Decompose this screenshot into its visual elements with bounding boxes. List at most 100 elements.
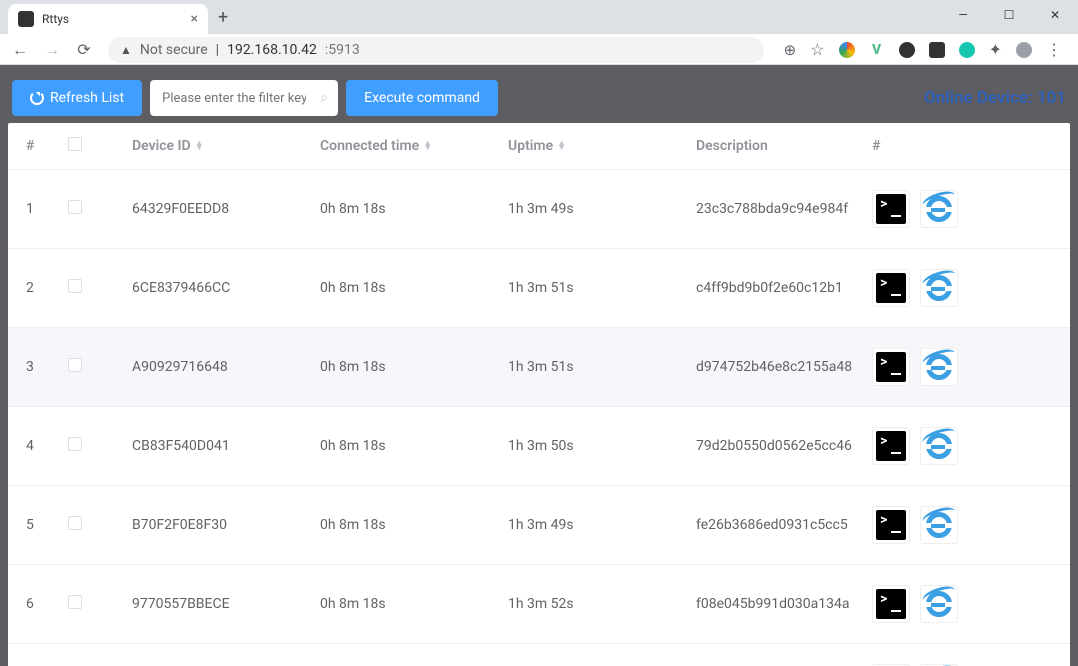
browser-menu-icon[interactable]: ⋮ xyxy=(1046,40,1062,59)
row-checkbox[interactable] xyxy=(68,595,82,609)
browser-button[interactable] xyxy=(920,506,958,544)
cell-num: 5 xyxy=(8,486,58,565)
row-checkbox[interactable] xyxy=(68,437,82,451)
cell-actions xyxy=(862,170,1070,249)
cell-num: 2 xyxy=(8,249,58,328)
col-header-uptime[interactable]: Uptime▲▼ xyxy=(498,123,686,170)
extensions-puzzle-icon[interactable]: ✦ xyxy=(989,40,1002,59)
col-header-connected[interactable]: Connected time▲▼ xyxy=(310,123,498,170)
terminal-button[interactable] xyxy=(872,190,910,228)
table-row: 5 B70F2F0E8F30 0h 8m 18s 1h 3m 49s fe26b… xyxy=(8,486,1070,565)
maximize-button[interactable]: ☐ xyxy=(986,0,1032,30)
url-separator: | xyxy=(216,42,219,58)
cell-checkbox xyxy=(58,486,122,565)
cell-description: 79d2b0550d0562e5cc46 xyxy=(686,407,862,486)
cell-connected: 0h 8m 18s xyxy=(310,170,498,249)
cell-actions xyxy=(862,249,1070,328)
forward-button[interactable]: → xyxy=(38,36,66,64)
cell-connected: 0h 8m 18s xyxy=(310,328,498,407)
col-header-checkbox xyxy=(58,123,122,170)
refresh-list-button[interactable]: Refresh List xyxy=(12,80,142,116)
new-tab-button[interactable]: + xyxy=(218,7,228,34)
cell-actions xyxy=(862,328,1070,407)
terminal-icon xyxy=(876,589,906,619)
terminal-button[interactable] xyxy=(872,585,910,623)
ie-icon xyxy=(924,194,954,224)
page-toolbar: Refresh List ⌕ Execute command Online De… xyxy=(8,73,1070,123)
extension-icons: ⊕ ☆ V ✦ ⋮ xyxy=(774,40,1072,59)
extension-icon-3[interactable] xyxy=(899,42,915,58)
cell-num: 4 xyxy=(8,407,58,486)
browser-button[interactable] xyxy=(920,269,958,307)
profile-avatar[interactable] xyxy=(1016,42,1032,58)
cell-description: d974752b46e8c2155a48 xyxy=(686,328,862,407)
row-checkbox[interactable] xyxy=(68,279,82,293)
terminal-button[interactable] xyxy=(872,348,910,386)
cell-uptime: 1h 3m 50s xyxy=(498,407,686,486)
select-all-checkbox[interactable] xyxy=(68,137,82,151)
cell-device-id: 6CE8379466CC xyxy=(122,249,310,328)
cell-device-id: 9770557BBECE xyxy=(122,565,310,644)
col-header-device-id[interactable]: Device ID▲▼ xyxy=(122,123,310,170)
refresh-label: Refresh List xyxy=(50,90,124,106)
page-content: Refresh List ⌕ Execute command Online De… xyxy=(0,65,1078,666)
close-tab-icon[interactable]: × xyxy=(191,11,198,27)
extension-icon-1[interactable] xyxy=(839,42,855,58)
cell-num: 3 xyxy=(8,328,58,407)
refresh-icon xyxy=(30,91,44,105)
browser-button[interactable] xyxy=(920,348,958,386)
cell-description: f08e045b991d030a134a xyxy=(686,565,862,644)
back-button[interactable]: ← xyxy=(6,36,34,64)
search-icon: ⌕ xyxy=(320,90,328,106)
table-row: 4 CB83F540D041 0h 8m 18s 1h 3m 50s 79d2b… xyxy=(8,407,1070,486)
ie-icon xyxy=(924,510,954,540)
row-checkbox[interactable] xyxy=(68,516,82,530)
table-row: 7 1C4B8F3DE3E9 0h 8m 18s 1h 3m 50s f7f86… xyxy=(8,644,1070,666)
terminal-icon xyxy=(876,431,906,461)
extension-icon-2[interactable]: V xyxy=(869,42,885,58)
execute-command-button[interactable]: Execute command xyxy=(346,80,498,116)
minimize-button[interactable]: — xyxy=(940,0,986,30)
browser-button[interactable] xyxy=(920,190,958,228)
cell-num: 1 xyxy=(8,170,58,249)
row-checkbox[interactable] xyxy=(68,358,82,372)
cell-description: c4ff9bd9b0f2e60c12b1 xyxy=(686,249,862,328)
cell-connected: 0h 8m 18s xyxy=(310,486,498,565)
cell-checkbox xyxy=(58,565,122,644)
browser-button[interactable] xyxy=(920,427,958,465)
reload-button[interactable]: ⟳ xyxy=(70,36,98,64)
cell-device-id: 1C4B8F3DE3E9 xyxy=(122,644,310,666)
terminal-button[interactable] xyxy=(872,506,910,544)
terminal-button[interactable] xyxy=(872,269,910,307)
row-checkbox[interactable] xyxy=(68,200,82,214)
cell-connected: 0h 8m 18s xyxy=(310,565,498,644)
sort-icon: ▲▼ xyxy=(423,142,432,150)
bookmark-icon[interactable]: ☆ xyxy=(810,40,824,59)
browser-button[interactable] xyxy=(920,585,958,623)
close-window-button[interactable]: ✕ xyxy=(1032,0,1078,30)
terminal-icon xyxy=(876,273,906,303)
extension-icon-5[interactable] xyxy=(959,42,975,58)
filter-input[interactable] xyxy=(150,80,338,116)
cell-checkbox xyxy=(58,249,122,328)
cell-uptime: 1h 3m 51s xyxy=(498,328,686,407)
ie-icon xyxy=(924,273,954,303)
cell-num: 7 xyxy=(8,644,58,666)
zoom-icon[interactable]: ⊕ xyxy=(784,41,797,59)
cell-description: f7f86276cbeb53621fe5 xyxy=(686,644,862,666)
cell-connected: 0h 8m 18s xyxy=(310,644,498,666)
cell-actions xyxy=(862,486,1070,565)
cell-device-id: CB83F540D041 xyxy=(122,407,310,486)
cell-device-id: 64329F0EEDD8 xyxy=(122,170,310,249)
terminal-button[interactable] xyxy=(872,427,910,465)
col-header-actions: # xyxy=(862,123,1070,170)
favicon-icon xyxy=(18,11,34,27)
cell-uptime: 1h 3m 52s xyxy=(498,565,686,644)
tab-title: Rttys xyxy=(42,12,183,26)
terminal-icon xyxy=(876,194,906,224)
extension-icon-4[interactable] xyxy=(929,42,945,58)
url-input[interactable]: ▲ Not secure | 192.168.10.42:5913 xyxy=(108,37,764,63)
cell-device-id: A90929716648 xyxy=(122,328,310,407)
ie-icon xyxy=(924,431,954,461)
browser-tab[interactable]: Rttys × xyxy=(8,4,208,34)
